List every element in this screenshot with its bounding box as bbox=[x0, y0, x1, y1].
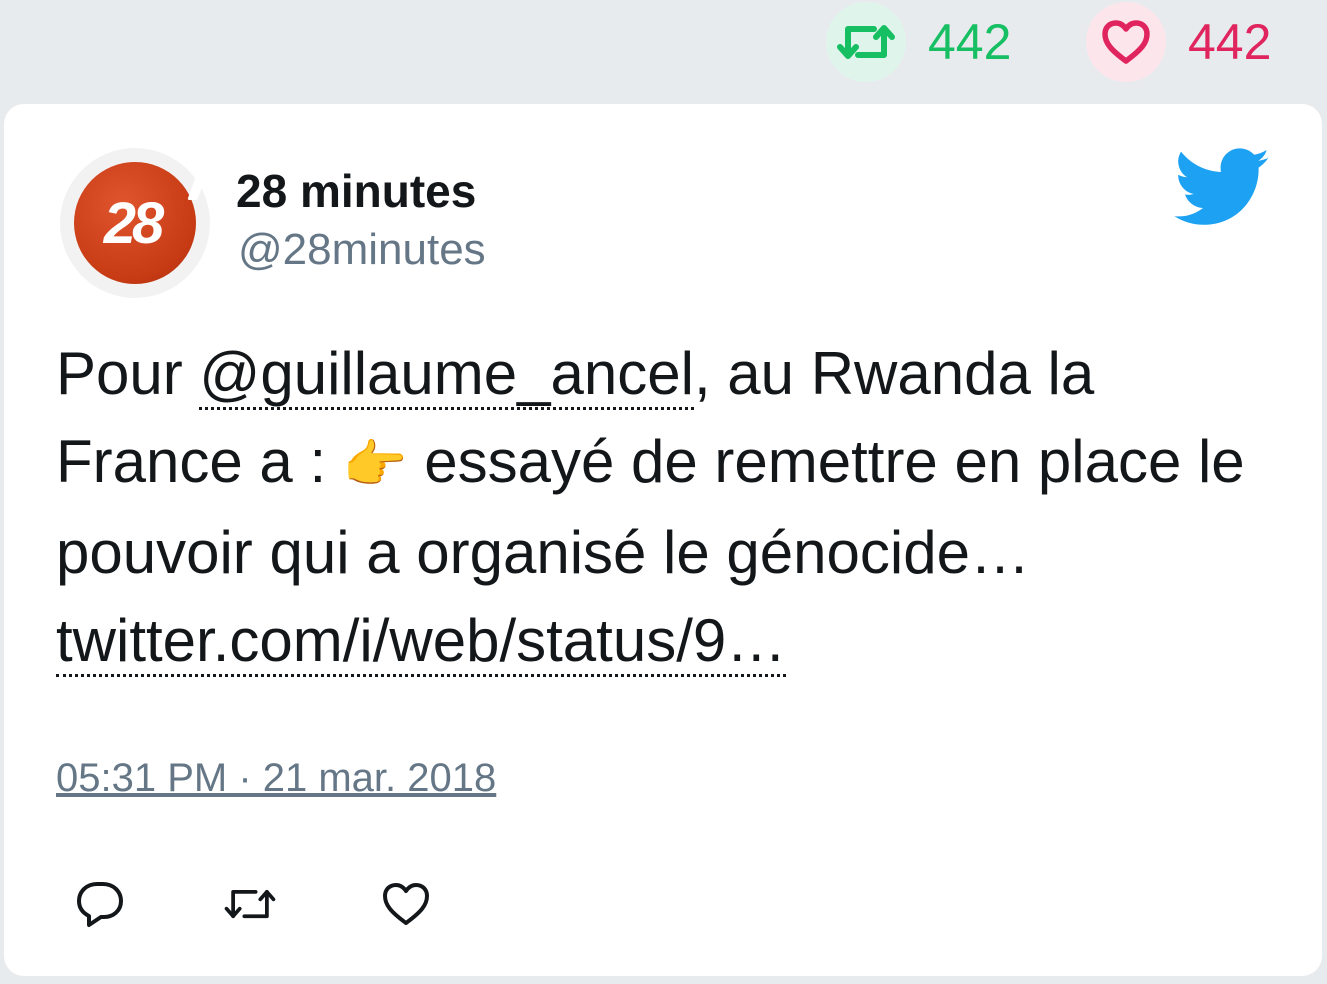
author-name[interactable]: 28 minutes bbox=[236, 166, 476, 217]
avatar-text: 28 bbox=[103, 190, 164, 256]
tweet-timestamp[interactable]: 05:31 PM · 21 mar. 2018 bbox=[56, 756, 496, 801]
like-count: 442 bbox=[1188, 14, 1272, 70]
avatar-logo: 28 bbox=[74, 162, 207, 284]
heart-icon[interactable] bbox=[1086, 2, 1166, 82]
like-stat[interactable]: 442 bbox=[1086, 0, 1271, 84]
retweet-stat[interactable]: 442 bbox=[826, 0, 1011, 84]
author-handle[interactable]: @28minutes bbox=[238, 225, 486, 274]
tweet-status-link[interactable]: twitter.com/i/web/status/9… bbox=[56, 607, 787, 677]
avatar[interactable]: 28 bbox=[60, 148, 210, 298]
tweet-text-part1: Pour bbox=[56, 340, 200, 407]
retweet-icon[interactable] bbox=[826, 2, 906, 82]
retweet-action-icon[interactable] bbox=[220, 874, 280, 934]
tweet-text: Pour @guillaume_ancel, au Rwanda la Fran… bbox=[56, 330, 1256, 685]
mention-link[interactable]: @guillaume_ancel bbox=[199, 340, 694, 410]
tweet-card: 28 28 minutes @28minutes Pour @guillaume… bbox=[4, 104, 1322, 976]
avatar-apostrophe bbox=[187, 174, 207, 200]
retweet-count: 442 bbox=[928, 14, 1012, 70]
tweet-stats-bar: 442 442 bbox=[0, 0, 1327, 104]
like-action-icon[interactable] bbox=[376, 874, 436, 934]
pointing-hand-emoji: 👉 bbox=[342, 436, 408, 494]
reply-icon[interactable] bbox=[70, 874, 130, 934]
twitter-bird-icon[interactable] bbox=[1174, 148, 1272, 228]
